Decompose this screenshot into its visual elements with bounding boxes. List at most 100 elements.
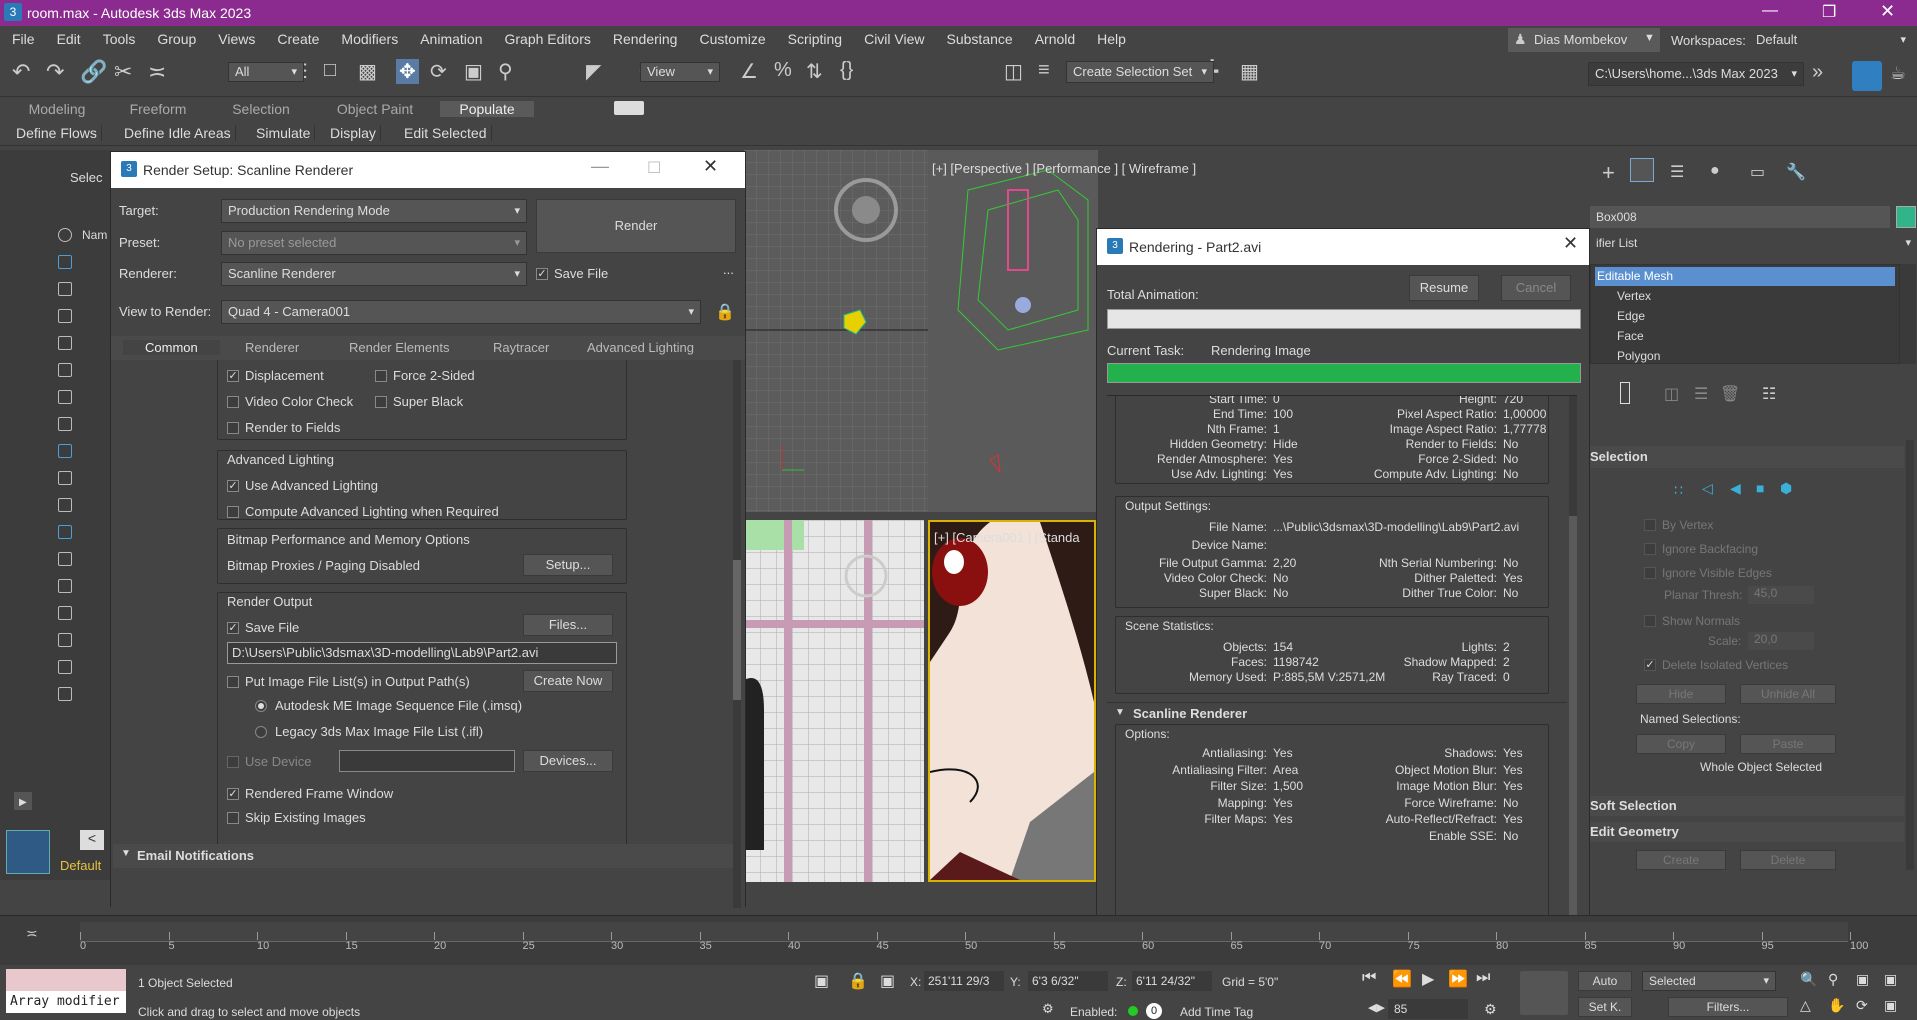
mirror-tool-icon[interactable]: ◫: [1004, 59, 1023, 84]
modifier-list-select[interactable]: ifier List: [1590, 234, 1917, 254]
ribbon-button-edit-selected[interactable]: Edit Selected: [400, 125, 492, 141]
motion-tab-icon[interactable]: ●: [1710, 162, 1720, 180]
object-name-field[interactable]: Box008: [1590, 206, 1890, 228]
display-containers-icon[interactable]: [58, 471, 72, 485]
scanline-renderer-rollout[interactable]: ▼ Scanline Renderer: [1107, 702, 1567, 724]
display-bones-icon[interactable]: [58, 444, 72, 458]
create-now-button[interactable]: Create Now: [523, 670, 613, 692]
auto-key-button[interactable]: Auto: [1578, 971, 1632, 991]
menu-views[interactable]: Views: [218, 31, 255, 47]
display-frozen-icon[interactable]: [58, 498, 72, 512]
maxscript-input[interactable]: Array modifier: [6, 991, 126, 1013]
edit-named-selections-icon[interactable]: {}: [840, 59, 853, 82]
display-xrefs-icon[interactable]: [58, 417, 72, 431]
previous-frame-icon[interactable]: ⏪: [1392, 969, 1412, 989]
command-panel-scrollbar[interactable]: [1906, 440, 1914, 870]
object-color-swatch[interactable]: [1896, 206, 1916, 228]
render-frame-icon[interactable]: [1852, 61, 1882, 91]
set-key-button[interactable]: Set K.: [1578, 997, 1632, 1017]
ribbon-tab-selection[interactable]: Selection: [212, 101, 310, 117]
ribbon-tab-modeling[interactable]: Modeling: [10, 101, 104, 117]
preset-select[interactable]: No preset selected: [221, 231, 527, 255]
display-helpers-icon[interactable]: [58, 336, 72, 350]
menu-help[interactable]: Help: [1097, 31, 1126, 47]
resume-button[interactable]: Resume: [1409, 275, 1479, 301]
stack-scrollbar[interactable]: [1900, 264, 1916, 364]
super-black-checkbox[interactable]: Super Black: [375, 394, 463, 409]
device-field[interactable]: [339, 750, 515, 772]
layout-icon[interactable]: [6, 830, 50, 874]
unlink-icon[interactable]: ✂: [114, 59, 132, 85]
put-image-file-list-checkbox[interactable]: Put Image File List(s) in Output Path(s): [227, 674, 470, 689]
menu-animation[interactable]: Animation: [420, 31, 482, 47]
y-coordinate-field[interactable]: 6'3 6/32": [1028, 971, 1108, 991]
face-icon[interactable]: ◀: [1730, 480, 1741, 497]
menu-file[interactable]: File: [12, 31, 35, 47]
save-file-checkbox[interactable]: ✓ Save File: [536, 266, 608, 281]
hide-button[interactable]: Hide: [1636, 684, 1726, 704]
scale-spinner[interactable]: 20,0: [1748, 632, 1814, 650]
viewport-label-camera[interactable]: [+] [Camera001 ] [Standa: [934, 530, 1080, 545]
reference-coord-select[interactable]: View: [640, 62, 720, 82]
email-notifications-rollout[interactable]: ▼ Email Notifications: [113, 844, 733, 868]
bind-space-warp-icon[interactable]: ≍: [148, 59, 166, 85]
go-to-start-icon[interactable]: ⏮: [1362, 969, 1376, 987]
ribbon-toggle-icon[interactable]: [614, 101, 644, 115]
key-filter-select[interactable]: Selected: [1642, 971, 1776, 991]
modify-tab-icon[interactable]: [1630, 158, 1654, 182]
delete-button[interactable]: Delete: [1740, 850, 1836, 870]
element-icon[interactable]: ⬢: [1780, 480, 1792, 497]
imsq-radio[interactable]: Autodesk ME Image Sequence File (.imsq): [255, 698, 522, 713]
display-geometry-icon[interactable]: [58, 255, 72, 269]
selection-filter-select[interactable]: All: [228, 62, 304, 82]
key-filters-button[interactable]: Filters...: [1668, 997, 1788, 1017]
skip-existing-images-checkbox[interactable]: Skip Existing Images: [227, 810, 366, 825]
name-column-header[interactable]: Nam: [82, 228, 107, 242]
hierarchy-tab-icon[interactable]: ☰: [1670, 162, 1684, 182]
close-icon[interactable]: ✕: [1563, 233, 1578, 254]
menu-group[interactable]: Group: [157, 31, 196, 47]
video-color-check-checkbox[interactable]: Video Color Check: [227, 394, 353, 409]
tab-common[interactable]: Common: [123, 340, 220, 355]
zoom-icon[interactable]: 🔍: [1800, 971, 1817, 988]
enabled-value[interactable]: 0: [1146, 1003, 1162, 1019]
display-spacewarps-icon[interactable]: [58, 363, 72, 377]
undo-icon[interactable]: ↶: [12, 59, 30, 85]
ribbon-button-simulate[interactable]: Simulate: [252, 125, 316, 141]
menu-rendering[interactable]: Rendering: [613, 31, 678, 47]
minimize-button[interactable]: —: [1762, 2, 1778, 20]
select-and-scale-icon[interactable]: ▣: [464, 59, 483, 84]
selection-lock-icon[interactable]: 🔒: [848, 971, 868, 991]
ribbon-button-define-flows[interactable]: Define Flows: [12, 125, 102, 141]
utilities-tab-icon[interactable]: 🔧: [1786, 162, 1806, 182]
zoom-all-icon[interactable]: ⚲: [1828, 971, 1838, 988]
tab-renderer[interactable]: Renderer: [245, 340, 299, 355]
display-cameras-icon[interactable]: [58, 309, 72, 323]
key-mode-icon[interactable]: ◀▶: [1368, 1001, 1385, 1014]
timeline[interactable]: ≍ 0 5 10 15 20 25 30 35 40 45 50 55 60 65 70 75 80 85 90 95…: [0, 915, 1917, 965]
make-unique-icon[interactable]: ☰: [1694, 384, 1708, 404]
scroll-left-icon[interactable]: <: [80, 830, 104, 850]
play-icon[interactable]: ▶: [1422, 969, 1434, 989]
output-path-field[interactable]: D:\Users\Public\3dsmax\3D-modelling\Lab9…: [227, 642, 617, 664]
menu-substance[interactable]: Substance: [947, 31, 1013, 47]
next-frame-icon[interactable]: ⏩: [1448, 969, 1468, 989]
x-coordinate-field[interactable]: 251'11 29/3: [924, 971, 1004, 991]
unhide-all-button[interactable]: Unhide All: [1740, 684, 1836, 704]
teapot-icon[interactable]: ☕: [1890, 63, 1906, 84]
use-advanced-lighting-checkbox[interactable]: ✓ Use Advanced Lighting: [227, 478, 378, 493]
timeline-track[interactable]: 0 5 10 15 20 25 30 35 40 45 50 55 60 65 70 75 80 85 90 95 10…: [80, 922, 1868, 952]
menu-arnold[interactable]: Arnold: [1035, 31, 1075, 47]
force-2-sided-checkbox[interactable]: Force 2-Sided: [375, 368, 475, 383]
target-select[interactable]: Production Rendering Mode: [221, 199, 527, 223]
compute-advanced-lighting-checkbox[interactable]: Compute Advanced Lighting when Required: [227, 504, 499, 519]
render-to-fields-checkbox[interactable]: Render to Fields: [227, 420, 340, 435]
z-coordinate-field[interactable]: 6'11 24/32": [1132, 971, 1212, 991]
mirror-icon[interactable]: ◤: [586, 59, 601, 84]
stack-item-edge[interactable]: Edge: [1615, 307, 1895, 326]
select-and-move-icon[interactable]: ✥: [396, 59, 419, 84]
displacement-checkbox[interactable]: ✓ Displacement: [227, 368, 324, 383]
create-button[interactable]: Create: [1636, 850, 1726, 870]
display-all-icon[interactable]: [58, 552, 72, 566]
ribbon-button-display[interactable]: Display: [326, 125, 381, 141]
